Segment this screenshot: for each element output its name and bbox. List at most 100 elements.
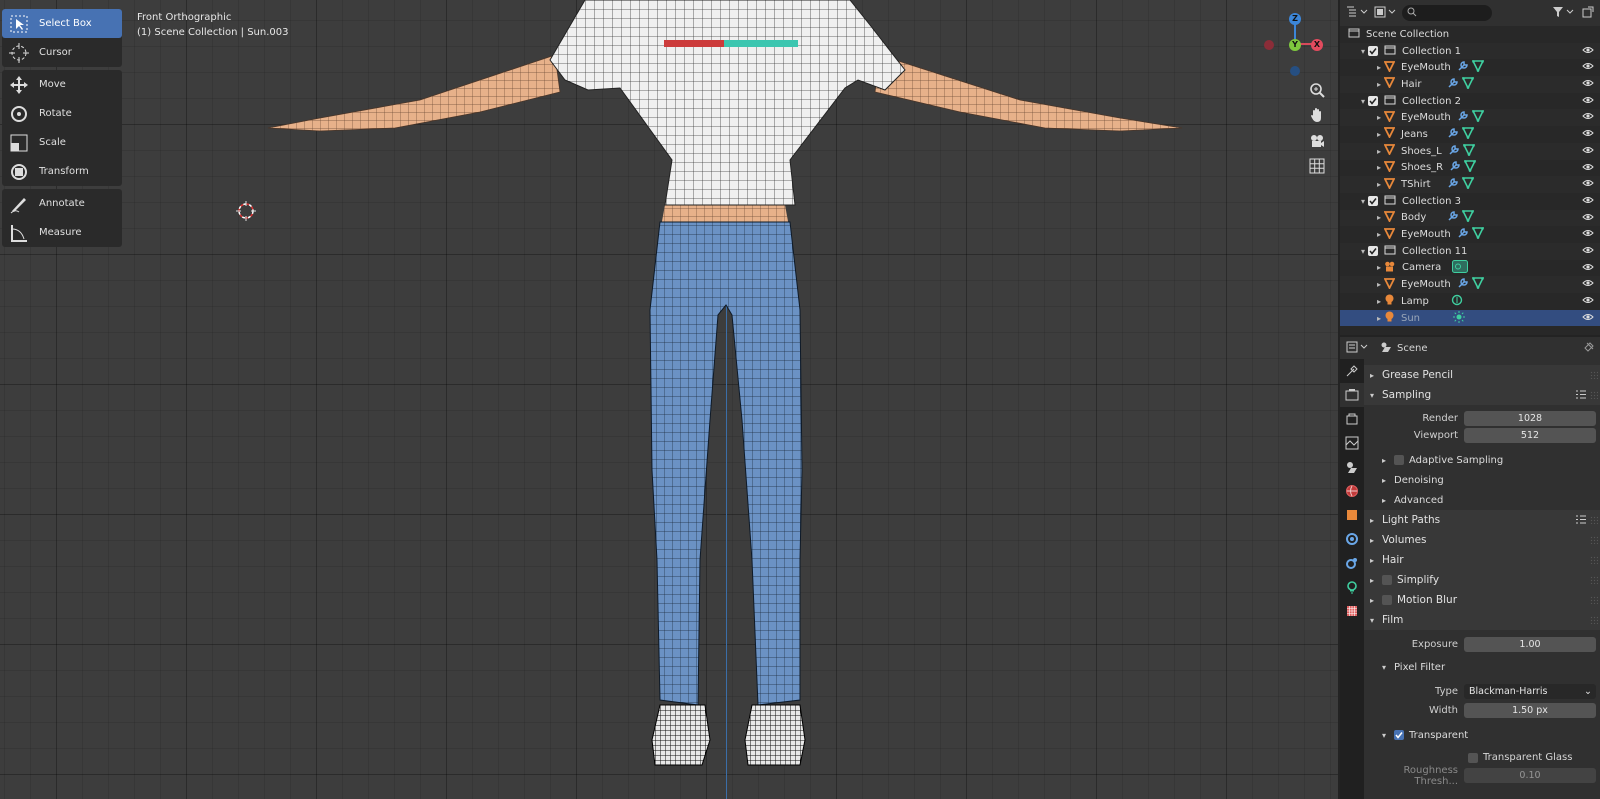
camera-view-icon[interactable]: [1306, 130, 1328, 152]
expand-right-icon[interactable]: ▸: [1374, 113, 1384, 122]
visibility-eye-icon[interactable]: [1582, 263, 1594, 274]
visibility-eye-icon[interactable]: [1582, 129, 1594, 140]
preset-list-icon[interactable]: [1576, 515, 1586, 527]
outliner-object-row[interactable]: ▸ TShirt: [1340, 176, 1600, 193]
gizmo-x-axis[interactable]: X: [1311, 39, 1323, 51]
outliner-object-row[interactable]: ▸ Lamp: [1340, 293, 1600, 310]
mesh-data-icon[interactable]: [1461, 210, 1475, 225]
zoom-icon[interactable]: [1306, 79, 1328, 101]
transparent-checkbox[interactable]: [1394, 730, 1404, 740]
exclude-checkbox[interactable]: [1368, 246, 1378, 257]
tool-tab-icon[interactable]: [1340, 359, 1364, 383]
mesh-data-icon[interactable]: [1461, 77, 1475, 92]
mesh-data-icon[interactable]: [1471, 110, 1485, 125]
camera-data-icon[interactable]: [1452, 259, 1468, 276]
grease-pencil-panel-header[interactable]: ▸ Grease Pencil: [1364, 365, 1600, 385]
modifier-wrench-icon[interactable]: [1448, 144, 1460, 159]
visibility-eye-icon[interactable]: [1582, 246, 1594, 257]
expand-right-icon[interactable]: ▸: [1374, 213, 1384, 222]
collapse-down-icon[interactable]: ▾: [1358, 197, 1368, 206]
cursor-tool[interactable]: Cursor: [2, 38, 122, 67]
transparent-glass-checkbox[interactable]: [1468, 752, 1478, 763]
render-samples-field[interactable]: 1028: [1464, 411, 1596, 426]
expand-right-icon[interactable]: ▸: [1374, 263, 1384, 272]
display-mode-icon[interactable]: [1374, 6, 1396, 21]
expand-right-icon[interactable]: ▸: [1374, 280, 1384, 289]
modifier-wrench-icon[interactable]: [1457, 60, 1469, 75]
visibility-eye-icon[interactable]: [1582, 96, 1594, 107]
texture-tab-icon[interactable]: [1340, 599, 1364, 623]
drag-handle-icon[interactable]: [1590, 371, 1598, 379]
physics-tab-icon[interactable]: [1340, 551, 1364, 575]
modifier-wrench-icon[interactable]: [1457, 227, 1469, 242]
character-model[interactable]: [0, 0, 1338, 799]
visibility-eye-icon[interactable]: [1582, 62, 1594, 73]
collapse-down-icon[interactable]: ▾: [1358, 47, 1368, 56]
filter-type-dropdown[interactable]: Blackman-Harris ⌄: [1464, 684, 1596, 699]
outliner-object-row[interactable]: ▸ EyeMouth: [1340, 109, 1600, 127]
visibility-eye-icon[interactable]: [1582, 146, 1594, 157]
motion-blur-checkbox[interactable]: [1382, 595, 1392, 605]
mesh-data-icon[interactable]: [1461, 127, 1475, 142]
outliner-object-row[interactable]: ▸ Shoes_L: [1340, 142, 1600, 160]
pan-hand-icon[interactable]: [1306, 104, 1328, 126]
simplify-checkbox[interactable]: [1382, 575, 1392, 585]
outliner-scene-collection[interactable]: Scene Collection: [1340, 26, 1600, 43]
collapse-down-icon[interactable]: ▾: [1358, 247, 1368, 256]
drag-handle-icon[interactable]: [1590, 516, 1598, 524]
outliner-object-row[interactable]: ▸ Sun: [1340, 309, 1600, 327]
outliner-object-row[interactable]: ▸ EyeMouth: [1340, 226, 1600, 243]
drag-handle-icon[interactable]: [1590, 556, 1598, 564]
3d-cursor-icon[interactable]: [236, 201, 256, 221]
editor-type-icon[interactable]: [1346, 6, 1368, 21]
simplify-panel-header[interactable]: ▸ Simplify: [1364, 570, 1600, 590]
volumes-panel-header[interactable]: ▸ Volumes: [1364, 530, 1600, 550]
pin-icon[interactable]: [1584, 341, 1594, 355]
sampling-panel-header[interactable]: ▾ Sampling: [1364, 385, 1600, 405]
mesh-data-icon[interactable]: [1471, 60, 1485, 75]
visibility-eye-icon[interactable]: [1582, 313, 1594, 324]
drag-handle-icon[interactable]: [1590, 616, 1598, 624]
preset-list-icon[interactable]: [1576, 390, 1586, 402]
expand-right-icon[interactable]: ▸: [1374, 230, 1384, 239]
visibility-eye-icon[interactable]: [1582, 79, 1594, 90]
viewport-samples-field[interactable]: 512: [1464, 428, 1596, 443]
rotate-tool[interactable]: Rotate: [2, 99, 122, 128]
denoising-subpanel[interactable]: ▸ Denoising: [1364, 470, 1600, 490]
visibility-eye-icon[interactable]: [1582, 112, 1594, 123]
expand-right-icon[interactable]: ▸: [1374, 147, 1384, 156]
adaptive-sampling-checkbox[interactable]: [1394, 455, 1404, 465]
gizmo-y-axis[interactable]: Y: [1289, 39, 1301, 51]
transparent-subpanel[interactable]: ▾ Transparent: [1364, 725, 1600, 745]
advanced-subpanel[interactable]: ▸ Advanced: [1364, 490, 1600, 510]
outliner-collection-row[interactable]: ▾ Collection 1: [1340, 42, 1600, 60]
collapse-down-icon[interactable]: ▾: [1358, 97, 1368, 106]
modifier-wrench-icon[interactable]: [1447, 177, 1459, 192]
modifier-wrench-icon[interactable]: [1447, 210, 1459, 225]
visibility-eye-icon[interactable]: [1582, 229, 1594, 240]
select-box-tool[interactable]: Select Box: [2, 9, 122, 38]
modifier-wrench-icon[interactable]: [1447, 127, 1459, 142]
motion-blur-panel-header[interactable]: ▸ Motion Blur: [1364, 590, 1600, 610]
sun-data-icon[interactable]: [1453, 310, 1465, 326]
visibility-eye-icon[interactable]: [1582, 296, 1594, 307]
pixel-filter-subpanel[interactable]: ▾ Pixel Filter: [1364, 657, 1600, 677]
outliner-collection-row[interactable]: ▾ Collection 3: [1340, 193, 1600, 210]
outliner-search-input[interactable]: [1402, 5, 1492, 21]
scene-tab-icon[interactable]: [1340, 455, 1364, 479]
modifier-tab-icon[interactable]: [1340, 527, 1364, 551]
transform-tool[interactable]: Transform: [2, 157, 122, 186]
expand-right-icon[interactable]: ▸: [1374, 180, 1384, 189]
modifier-wrench-icon[interactable]: [1457, 110, 1469, 125]
object-tab-icon[interactable]: [1340, 503, 1364, 527]
adaptive-sampling-subpanel[interactable]: ▸ Adaptive Sampling: [1364, 450, 1600, 470]
modifier-wrench-icon[interactable]: [1449, 160, 1461, 175]
grid-ortho-icon[interactable]: [1306, 155, 1328, 177]
visibility-eye-icon[interactable]: [1582, 179, 1594, 190]
visibility-eye-icon[interactable]: [1582, 163, 1594, 174]
world-tab-icon[interactable]: [1340, 479, 1364, 503]
3d-viewport[interactable]: Front Orthographic (1) Scene Collection …: [0, 0, 1338, 799]
expand-right-icon[interactable]: ▸: [1374, 163, 1384, 172]
visibility-eye-icon[interactable]: [1582, 279, 1594, 290]
scale-tool[interactable]: Scale: [2, 128, 122, 157]
